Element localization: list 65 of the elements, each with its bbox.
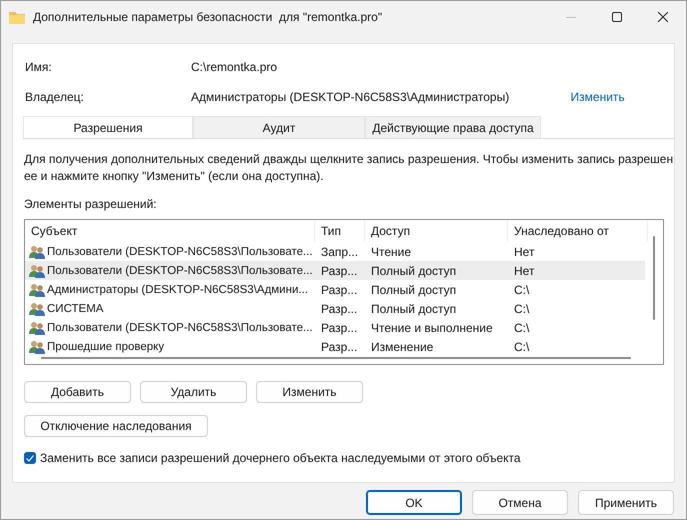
table-cell-text: Нет	[513, 244, 536, 258]
tab[interactable]: Действующие права доступа	[365, 116, 541, 138]
column-header[interactable]: Субъект	[25, 220, 315, 242]
folder-icon	[9, 10, 25, 24]
users-icon	[29, 340, 45, 354]
permission-row[interactable]: Пользователи (DESKTOP-N6C58S3\Пользовате... Запр... Чтение Нет	[25, 242, 645, 261]
table-cell-text: C:\	[513, 320, 530, 334]
users-icon	[29, 320, 45, 334]
table-cell-text: C:\	[513, 282, 530, 296]
dialog-button[interactable]: OK	[366, 490, 462, 515]
table-cell-text: Запр...	[320, 244, 360, 258]
name-label: Имя:	[25, 60, 53, 74]
permission-row[interactable]: Администраторы (DESKTOP-N6C58S3\Админи... Разр... Полный доступ C:\	[25, 280, 645, 299]
list-label: Элементы разрешений:	[24, 197, 158, 211]
table-cell: Пользователи (DESKTOP-N6C58S3\Пользовате...	[47, 264, 313, 276]
table-cell-text: Изменение	[370, 340, 434, 354]
table-cell-text: C:\	[513, 340, 530, 354]
owner-value: Администраторы (DESKTOP-N6C58S3\Администраторы)	[191, 90, 510, 104]
checkbox[interactable]	[24, 452, 36, 464]
name-value: C:\remontka.pro	[191, 60, 278, 74]
checkbox-label: Заменить все записи разрешений дочернего объекта наследуемыми от этого объекта	[40, 451, 521, 465]
dialog-button[interactable]: Применить	[578, 490, 674, 515]
users-icon	[29, 282, 45, 296]
table-cell-text: Чтение	[370, 244, 412, 258]
entry-button[interactable]: Добавить	[24, 381, 131, 403]
table-cell-text: Чтение и выполнение	[370, 320, 494, 334]
maximize-icon[interactable]	[612, 12, 622, 22]
column-header[interactable]: Доступ	[365, 220, 508, 242]
close-icon[interactable]	[658, 12, 668, 22]
table-cell-text: Разр...	[320, 282, 358, 296]
change-owner-link[interactable]: Изменить	[570, 90, 674, 104]
table-cell: Администраторы (DESKTOP-N6C58S3\Админи...	[47, 284, 308, 296]
tab[interactable]: Разрешения	[23, 116, 193, 138]
horizontal-scrollbar[interactable]	[41, 357, 631, 359]
table-cell-text: C:\	[513, 302, 530, 316]
users-icon	[29, 244, 45, 258]
table-cell: Пользователи (DESKTOP-N6C58S3\Пользовате...	[47, 322, 313, 334]
dialog-button[interactable]: Отмена	[472, 490, 568, 515]
window-title: Дополнительные параметры безопасности для "remontka.pro"	[33, 10, 384, 24]
table-cell: СИСТЕМА	[47, 302, 104, 314]
table-cell-text: Полный доступ	[370, 264, 458, 278]
table-cell-text: Нет	[513, 264, 536, 278]
users-icon	[29, 302, 45, 316]
column-header[interactable]: Тип	[315, 220, 365, 242]
users-icon	[29, 264, 45, 278]
disable-inheritance-button[interactable]: Отключение наследования	[24, 415, 208, 437]
vertical-scrollbar[interactable]	[653, 236, 655, 320]
table-cell-text: Разр...	[320, 340, 358, 354]
table-cell: Прошедшие проверку	[47, 340, 164, 352]
tab[interactable]: Аудит	[193, 116, 365, 138]
entry-button[interactable]: Изменить	[256, 381, 363, 403]
table-cell: Пользователи (DESKTOP-N6C58S3\Пользовате...	[47, 246, 313, 258]
description-text: Для получения дополнительных сведений дважды щелкните запись разрешения. Чтобы изменить запись разрешен ее и нажмите кнопку "Изменить" (если она доступна).	[24, 151, 674, 185]
permission-row[interactable]: Пользователи (DESKTOP-N6C58S3\Пользовате... Разр... Чтение и выполнение C:\	[25, 318, 645, 337]
owner-label: Владелец:	[25, 90, 85, 104]
table-cell-text: Полный доступ	[370, 282, 458, 296]
column-header[interactable]: Унаследовано от	[508, 220, 648, 242]
table-cell-text: Разр...	[320, 264, 358, 278]
permission-row[interactable]: Прошедшие проверку Разр... Изменение C:\	[25, 337, 645, 356]
entry-button[interactable]: Удалить	[140, 381, 247, 403]
table-cell-text: Разр...	[320, 320, 358, 334]
permission-row[interactable]: СИСТЕМА Разр... Полный доступ C:\	[25, 299, 645, 318]
permission-row[interactable]: Пользователи (DESKTOP-N6C58S3\Пользовате... Разр... Полный доступ Нет	[25, 261, 645, 280]
table-cell-text: Разр...	[320, 302, 358, 316]
table-cell-text: Полный доступ	[370, 302, 458, 316]
